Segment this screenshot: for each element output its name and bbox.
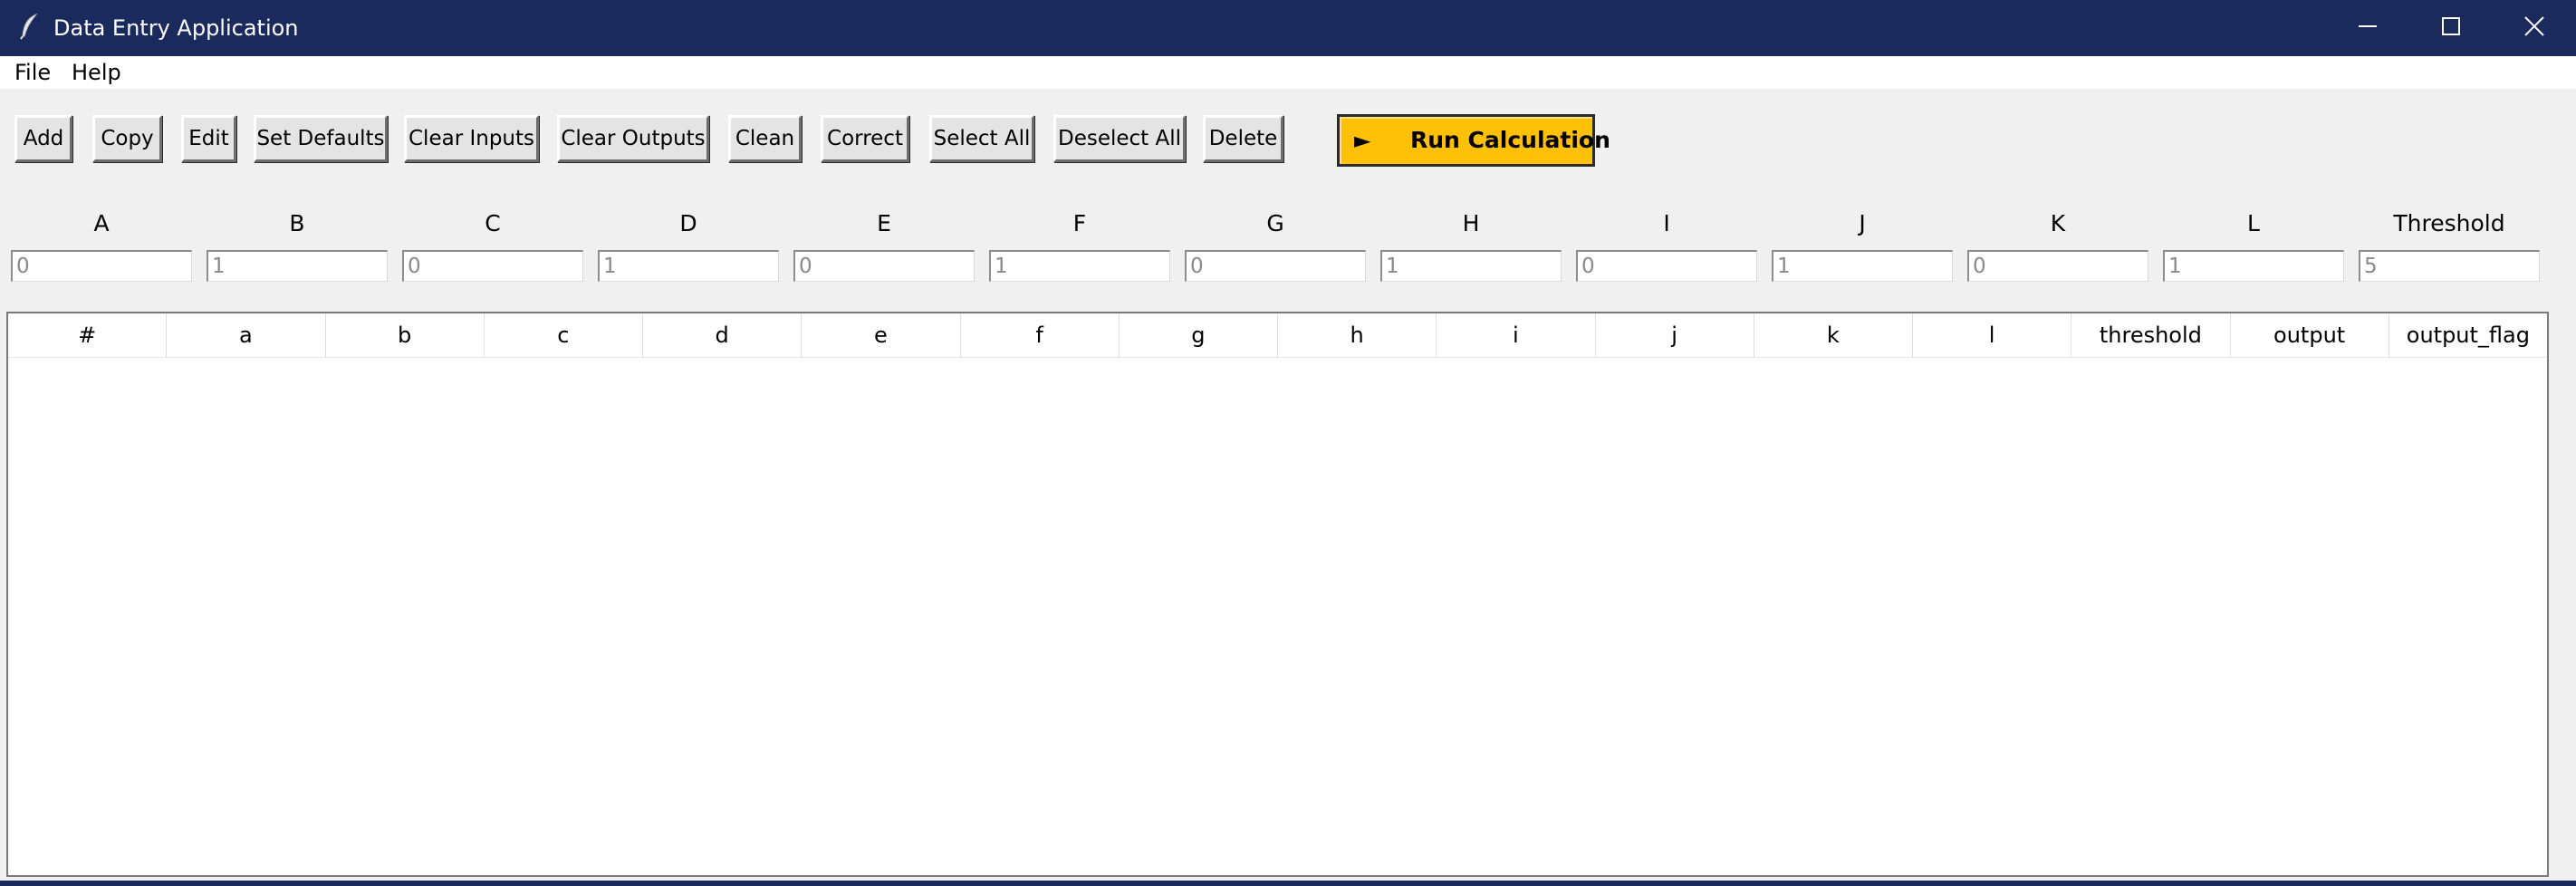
run-calculation-button[interactable]: ► Run Calculation [1337,114,1610,167]
input-j[interactable] [1772,250,1953,282]
select-all-button[interactable]: Select All [929,115,1034,162]
label-d: D [679,210,697,236]
column-header-i[interactable]: i [1437,313,1596,357]
menu-help[interactable]: Help [72,60,121,85]
window-title: Data Entry Application [53,15,299,41]
label-l: L [2247,210,2260,236]
clear-inputs-button[interactable]: Clear Inputs [404,115,539,162]
feather-icon [18,13,42,40]
table-body[interactable] [8,358,2547,875]
column-header-h[interactable]: h [1278,313,1437,357]
close-icon [2523,15,2545,41]
set-defaults-button[interactable]: Set Defaults [254,115,388,162]
label-k: K [2050,210,2066,236]
input-c[interactable] [402,250,583,282]
delete-button[interactable]: Delete [1203,115,1283,162]
column-header-d[interactable]: d [643,313,803,357]
table-header: # a b c d e f g h i j k l threshold outp… [8,313,2547,358]
copy-button[interactable]: Copy [92,115,162,162]
label-g: G [1266,210,1284,236]
label-e: E [877,210,891,236]
column-header-k[interactable]: k [1754,313,1913,357]
input-k[interactable] [1967,250,2148,282]
input-threshold[interactable] [2359,250,2540,282]
minimize-button[interactable] [2326,0,2409,56]
menu-file[interactable]: File [14,60,51,85]
label-a: A [93,210,110,236]
column-header-b[interactable]: b [326,313,485,357]
column-header-f[interactable]: f [961,313,1120,357]
label-i: I [1663,210,1670,236]
close-button[interactable] [2493,0,2576,56]
correct-button[interactable]: Correct [821,115,909,162]
deselect-all-button[interactable]: Deselect All [1053,115,1186,162]
maximize-button[interactable] [2409,0,2493,56]
column-header-index[interactable]: # [8,313,168,357]
input-f[interactable] [989,250,1170,282]
column-header-l[interactable]: l [1913,313,2072,357]
column-header-c[interactable]: c [485,313,643,357]
edit-button[interactable]: Edit [181,115,236,162]
label-j: J [1859,210,1866,236]
input-a[interactable] [11,250,192,282]
column-header-output[interactable]: output [2231,313,2389,357]
add-button[interactable]: Add [14,115,72,162]
label-threshold: Threshold [2393,210,2505,236]
app-window: Data Entry Application File Help Add Cop… [0,0,2576,886]
column-header-e[interactable]: e [802,313,961,357]
label-f: F [1072,210,1087,236]
menu-bar: File Help [0,56,2576,89]
results-table[interactable]: # a b c d e f g h i j k l threshold outp… [6,312,2549,877]
input-b[interactable] [207,250,388,282]
window-bottom-border [0,881,2576,886]
minimize-icon [2358,16,2378,40]
column-header-g[interactable]: g [1120,313,1278,357]
input-g[interactable] [1185,250,1366,282]
play-icon: ► [1354,128,1371,153]
label-c: C [485,210,501,236]
run-calculation-label: Run Calculation [1410,127,1610,153]
column-header-output-flag[interactable]: output_flag [2389,313,2547,357]
column-header-j[interactable]: j [1596,313,1754,357]
column-header-a[interactable]: a [167,313,326,357]
maximize-icon [2441,16,2461,40]
input-h[interactable] [1380,250,1562,282]
clear-outputs-button[interactable]: Clear Outputs [557,115,709,162]
column-header-threshold[interactable]: threshold [2071,313,2231,357]
clean-button[interactable]: Clean [728,115,802,162]
input-e[interactable] [793,250,975,282]
title-bar[interactable]: Data Entry Application [0,0,2576,56]
label-h: H [1462,210,1480,236]
input-i[interactable] [1576,250,1757,282]
input-d[interactable] [598,250,779,282]
input-l[interactable] [2163,250,2344,282]
label-b: B [289,210,305,236]
